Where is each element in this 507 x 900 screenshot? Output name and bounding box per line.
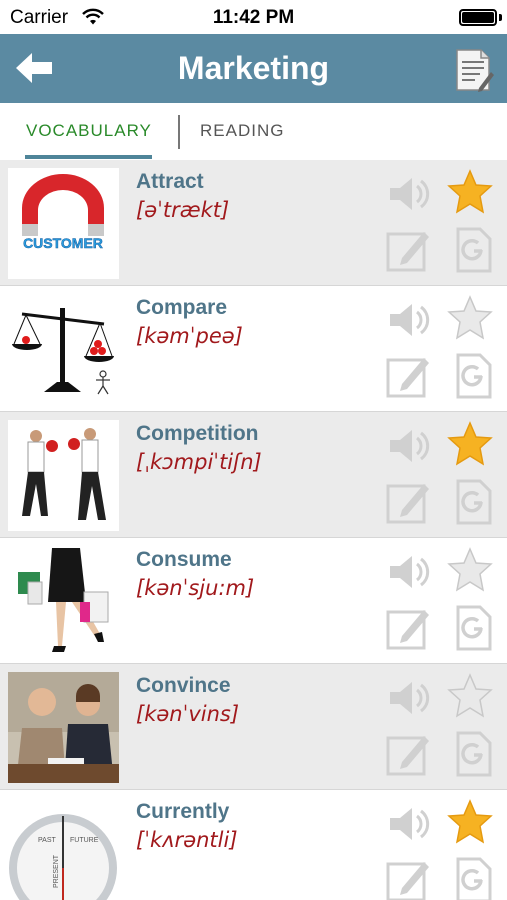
magnet-image: CUSTOMER xyxy=(8,168,119,279)
clock-label-present: PRESENT xyxy=(53,854,60,888)
balance-scale-image xyxy=(8,294,119,405)
edit-icon xyxy=(386,232,429,272)
word-phonetic: [ˈkʌrəntli] xyxy=(136,828,238,852)
google-icon xyxy=(456,731,492,777)
status-bar: Carrier 11:42 PM xyxy=(0,0,507,34)
status-time: 11:42 PM xyxy=(212,7,295,28)
speaker-icon xyxy=(390,304,430,336)
word-image xyxy=(8,546,119,657)
google-search-button[interactable] xyxy=(450,478,498,526)
clock-label-past: PAST xyxy=(38,837,56,844)
speaker-button[interactable] xyxy=(384,548,432,596)
word-phonetic: [kənˈvins] xyxy=(136,702,240,726)
google-icon xyxy=(456,227,492,273)
edit-icon xyxy=(386,736,429,776)
speaker-icon xyxy=(390,556,430,588)
word-row[interactable]: Compare [kəmˈpeə] xyxy=(0,286,507,412)
shopping-woman-image xyxy=(8,546,119,657)
battery-nub xyxy=(499,14,502,21)
speaker-icon xyxy=(390,178,430,210)
word-term[interactable]: Consume xyxy=(136,548,232,572)
star-icon xyxy=(447,673,493,718)
navigation-bar: Marketing xyxy=(0,34,507,103)
star-icon xyxy=(447,421,493,466)
speaker-button[interactable] xyxy=(384,296,432,344)
edit-icon xyxy=(386,862,429,900)
google-search-button[interactable] xyxy=(450,856,498,900)
word-term[interactable]: Convince xyxy=(136,674,231,698)
word-term[interactable]: Compare xyxy=(136,296,227,320)
tab-divider xyxy=(178,115,180,149)
word-image: PAST FUTURE PRESENT xyxy=(8,798,119,900)
edit-icon xyxy=(386,610,429,650)
star-icon xyxy=(447,295,493,340)
word-row[interactable]: PAST FUTURE PRESENT Currently [ˈkʌrəntli… xyxy=(0,790,507,900)
google-search-button[interactable] xyxy=(450,226,498,274)
magnet-logo-text: CUSTOMER xyxy=(23,235,103,251)
word-row[interactable]: Consume [kənˈsju:m] xyxy=(0,538,507,664)
active-tab-indicator xyxy=(25,155,152,159)
word-phonetic: [əˈtrækt] xyxy=(136,198,230,222)
clock-label-future: FUTURE xyxy=(70,837,99,844)
favorite-star-button[interactable] xyxy=(446,672,494,720)
edit-note-button[interactable] xyxy=(384,352,432,400)
edit-note-button[interactable] xyxy=(384,478,432,526)
google-search-button[interactable] xyxy=(450,730,498,778)
edit-note-button[interactable] xyxy=(384,856,432,900)
speaker-icon xyxy=(390,682,430,714)
word-term[interactable]: Competition xyxy=(136,422,258,446)
word-term[interactable]: Attract xyxy=(136,170,204,194)
word-phonetic: [kənˈsju:m] xyxy=(136,576,255,600)
speaker-button[interactable] xyxy=(384,674,432,722)
page-title: Marketing xyxy=(177,50,330,86)
boxing-businessmen-image xyxy=(8,420,119,531)
desk-meeting-image xyxy=(8,672,119,783)
word-list: CUSTOMER Attract [əˈtrækt] Compare [kəmˈ… xyxy=(0,160,507,900)
speaker-button[interactable] xyxy=(384,800,432,848)
speaker-icon xyxy=(390,430,430,462)
notes-icon xyxy=(456,49,494,92)
battery-icon xyxy=(459,9,497,26)
favorite-star-button[interactable] xyxy=(446,168,494,216)
word-row[interactable]: Competition [ˌkɔmpiˈtiʃn] xyxy=(0,412,507,538)
edit-note-button[interactable] xyxy=(384,604,432,652)
google-icon xyxy=(456,353,492,399)
star-icon xyxy=(447,547,493,592)
favorite-star-button[interactable] xyxy=(446,798,494,846)
tab-bar: VOCABULARY READING xyxy=(0,103,507,160)
word-phonetic: [kəmˈpeə] xyxy=(136,324,243,348)
tab-reading[interactable]: READING xyxy=(200,121,284,141)
notes-button[interactable] xyxy=(453,44,495,94)
word-image xyxy=(8,420,119,531)
word-phonetic: [ˌkɔmpiˈtiʃn] xyxy=(136,450,262,474)
clock-image: PAST FUTURE PRESENT xyxy=(8,798,119,900)
speaker-icon xyxy=(390,808,430,840)
tab-vocabulary[interactable]: VOCABULARY xyxy=(26,121,152,141)
speaker-button[interactable] xyxy=(384,422,432,470)
left-arrow-icon xyxy=(16,53,52,83)
edit-note-button[interactable] xyxy=(384,730,432,778)
google-icon xyxy=(456,479,492,525)
word-row[interactable]: CUSTOMER Attract [əˈtrækt] xyxy=(0,160,507,286)
word-image xyxy=(8,672,119,783)
google-icon xyxy=(456,857,492,900)
google-search-button[interactable] xyxy=(450,604,498,652)
favorite-star-button[interactable] xyxy=(446,294,494,342)
favorite-star-button[interactable] xyxy=(446,420,494,468)
word-term[interactable]: Currently xyxy=(136,800,229,824)
word-image xyxy=(8,294,119,405)
star-icon xyxy=(447,169,493,214)
google-icon xyxy=(456,605,492,651)
edit-icon xyxy=(386,358,429,398)
speaker-button[interactable] xyxy=(384,170,432,218)
edit-note-button[interactable] xyxy=(384,226,432,274)
back-button[interactable] xyxy=(12,48,56,88)
word-image: CUSTOMER xyxy=(8,168,119,279)
star-icon xyxy=(447,799,493,844)
favorite-star-button[interactable] xyxy=(446,546,494,594)
google-search-button[interactable] xyxy=(450,352,498,400)
edit-icon xyxy=(386,484,429,524)
word-row[interactable]: Convince [kənˈvins] xyxy=(0,664,507,790)
